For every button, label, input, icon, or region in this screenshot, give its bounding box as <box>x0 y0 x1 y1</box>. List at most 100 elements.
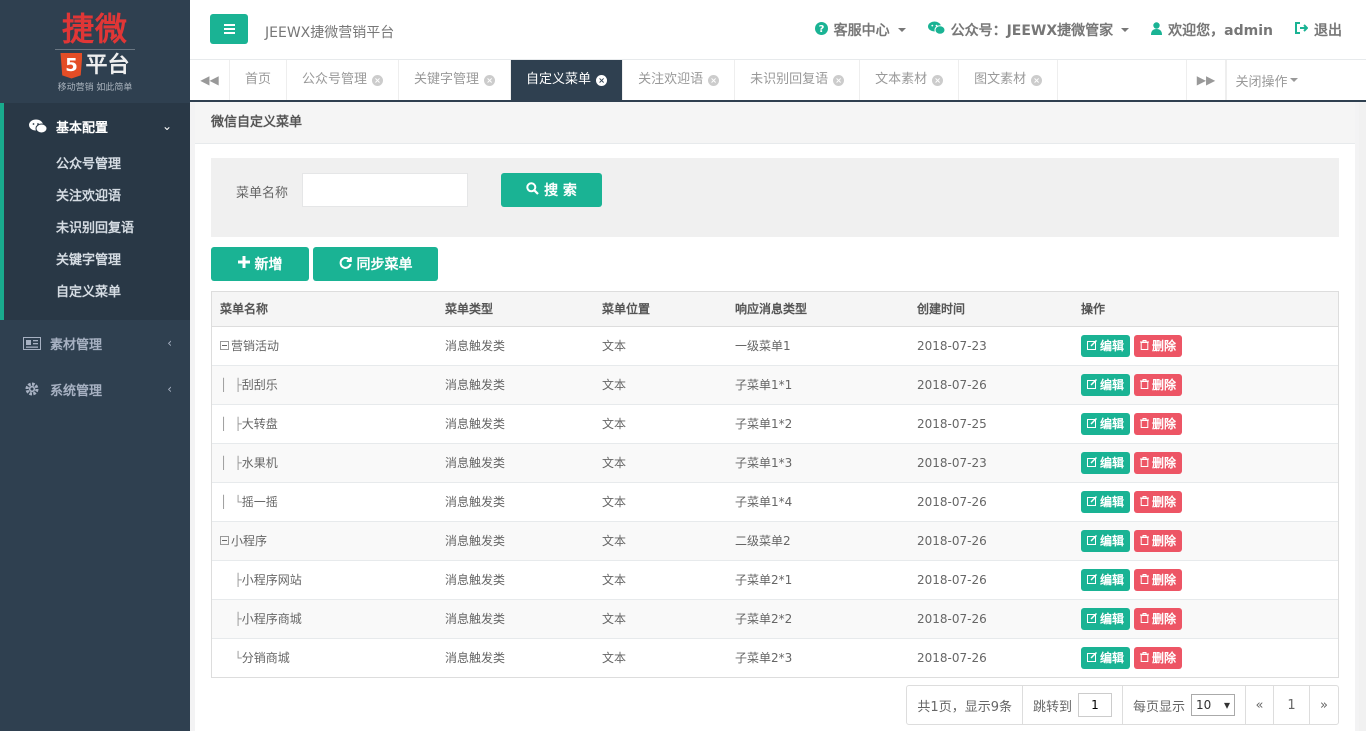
tab-label: 文本素材 <box>875 72 928 87</box>
close-icon[interactable]: × <box>372 74 384 86</box>
sidebar-group-head-system[interactable]: 系统管理 ‹ <box>0 366 190 412</box>
collapse-icon[interactable] <box>220 536 229 545</box>
page-title: 微信自定义菜单 <box>195 102 1355 144</box>
logout-button[interactable]: 退出 <box>1295 20 1342 40</box>
edit-button[interactable]: 编辑 <box>1081 373 1131 396</box>
tree-guide: │ ├ <box>220 416 242 431</box>
column-header: 操作 <box>1073 292 1338 327</box>
jump-page-input[interactable] <box>1077 693 1112 717</box>
delete-button[interactable]: 删除 <box>1134 412 1183 435</box>
delete-button[interactable]: 删除 <box>1134 607 1183 630</box>
delete-label: 删除 <box>1152 651 1177 666</box>
menu-table: 菜单名称 菜单类型 菜单位置 响应消息类型 创建时间 操作 营销活动 消息触发类文… <box>211 291 1339 678</box>
menu-position-cell: 文本 <box>594 481 727 521</box>
close-icon[interactable]: × <box>708 74 720 86</box>
service-center-dropdown[interactable]: ? 客服中心 <box>814 20 906 40</box>
delete-button[interactable]: 删除 <box>1134 373 1183 396</box>
menu-type-cell: 消息触发类 <box>437 559 594 599</box>
actions-cell: 编辑 删除 <box>1073 559 1338 599</box>
sidebar-item-keywords[interactable]: 关键字管理 <box>4 245 190 277</box>
menu-type-cell: 消息触发类 <box>437 481 594 521</box>
close-icon[interactable]: × <box>932 74 944 86</box>
sync-menu-button[interactable]: 同步菜单 <box>313 247 438 281</box>
account-dropdown[interactable]: 公众号：JEEWX捷微管家 <box>927 20 1130 40</box>
chevron-left-icon: ‹ <box>167 336 172 350</box>
delete-button[interactable]: 删除 <box>1134 568 1183 591</box>
tab-keywords[interactable]: 关键字管理 × <box>399 60 512 100</box>
sidebar-toggle-button[interactable] <box>210 14 248 44</box>
edit-button[interactable]: 编辑 <box>1081 607 1131 630</box>
close-operations-dropdown[interactable]: 关闭操作 <box>1226 60 1306 100</box>
sidebar-group-head-materials[interactable]: 素材管理 ‹ <box>0 320 190 366</box>
response-type-cell: 一级菜单1 <box>727 325 909 365</box>
tab-text-material[interactable]: 文本素材 × <box>860 60 960 100</box>
caret-down-icon <box>1121 28 1130 32</box>
add-button-label: 新增 <box>254 257 283 273</box>
sidebar-group-head-basic-config[interactable]: 基本配置 ⌄ <box>4 103 190 149</box>
edit-button[interactable]: 编辑 <box>1081 529 1131 552</box>
menu-name: 刮刮乐 <box>241 378 278 392</box>
delete-button[interactable]: 删除 <box>1134 490 1183 513</box>
prev-page-link[interactable]: « <box>1246 686 1274 724</box>
sidebar-item-account[interactable]: 公众号管理 <box>4 149 190 181</box>
close-icon[interactable]: × <box>596 74 608 86</box>
tab-scroll-right-button[interactable]: ▶▶ <box>1186 60 1226 100</box>
actions-cell: 编辑 删除 <box>1073 325 1338 365</box>
next-page-link[interactable]: » <box>1310 686 1338 724</box>
per-page-select[interactable]: 10 ▾ <box>1191 694 1235 716</box>
chevron-left-icon: ‹ <box>167 382 172 396</box>
edit-icon <box>1087 573 1098 587</box>
service-center-label: 客服中心 <box>833 23 890 39</box>
tab-home[interactable]: 首页 <box>230 60 288 100</box>
edit-label: 编辑 <box>1100 534 1125 548</box>
tab-custom-menu[interactable]: 自定义菜单 × <box>511 60 624 100</box>
close-icon[interactable]: × <box>833 74 845 86</box>
delete-button[interactable]: 删除 <box>1134 529 1183 552</box>
actions-cell: 编辑 删除 <box>1073 364 1338 404</box>
actions-cell: 编辑 删除 <box>1073 481 1338 521</box>
tree-guide: │ ├ <box>220 377 242 392</box>
delete-button[interactable]: 删除 <box>1134 451 1183 474</box>
trash-icon <box>1140 456 1150 470</box>
jump-label: 跳转到 <box>1032 699 1072 715</box>
actions-cell: 编辑 删除 <box>1073 442 1338 482</box>
delete-button[interactable]: 删除 <box>1134 334 1183 357</box>
user-welcome[interactable]: 欢迎您，admin <box>1151 20 1273 40</box>
tab-scroll-left-button[interactable]: ◀◀ <box>190 60 230 100</box>
tab-news-material[interactable]: 图文素材 × <box>959 60 1059 100</box>
tab-welcome[interactable]: 关注欢迎语 × <box>623 60 736 100</box>
menu-type-cell: 消息触发类 <box>437 325 594 365</box>
sidebar-item-unrecognized-reply[interactable]: 未识别回复语 <box>4 213 190 245</box>
page-scrollbar[interactable] <box>1359 102 1366 731</box>
trash-icon <box>1140 378 1150 392</box>
edit-button[interactable]: 编辑 <box>1081 334 1131 357</box>
edit-label: 编辑 <box>1100 573 1125 587</box>
menu-name-input[interactable] <box>302 173 468 207</box>
edit-button[interactable]: 编辑 <box>1081 451 1131 474</box>
page-number-link[interactable]: 1 <box>1274 686 1310 724</box>
response-type-cell: 二级菜单2 <box>727 520 909 560</box>
created-time-cell: 2018-07-26 <box>909 364 1073 404</box>
delete-label: 删除 <box>1152 612 1177 626</box>
menu-name: 小程序商城 <box>241 612 302 626</box>
tab-account[interactable]: 公众号管理 × <box>287 60 400 100</box>
search-button[interactable]: 搜 索 <box>501 173 602 207</box>
logo: 捷微 5 平台 移动营销 如此简单 <box>0 0 190 103</box>
edit-icon <box>1087 339 1098 353</box>
edit-button[interactable]: 编辑 <box>1081 646 1131 669</box>
close-icon[interactable]: × <box>1031 74 1043 86</box>
tab-unrecognized-reply[interactable]: 未识别回复语 × <box>735 60 861 100</box>
sidebar-item-welcome[interactable]: 关注欢迎语 <box>4 181 190 213</box>
delete-button[interactable]: 删除 <box>1134 646 1183 669</box>
account-label: 公众号：JEEWX捷微管家 <box>950 23 1114 39</box>
edit-button[interactable]: 编辑 <box>1081 412 1131 435</box>
collapse-icon[interactable] <box>220 341 229 350</box>
created-time-cell: 2018-07-26 <box>909 481 1073 521</box>
sidebar-item-custom-menu[interactable]: 自定义菜单 <box>4 277 190 309</box>
close-icon[interactable]: × <box>484 74 496 86</box>
table-row: │ ├ 水果机 消息触发类 文本 子菜单1*3 2018-07-23 编辑 删除 <box>212 442 1338 482</box>
response-type-cell: 子菜单2*2 <box>727 598 909 638</box>
edit-button[interactable]: 编辑 <box>1081 490 1131 513</box>
add-button[interactable]: 新增 <box>211 247 309 281</box>
edit-button[interactable]: 编辑 <box>1081 568 1131 591</box>
